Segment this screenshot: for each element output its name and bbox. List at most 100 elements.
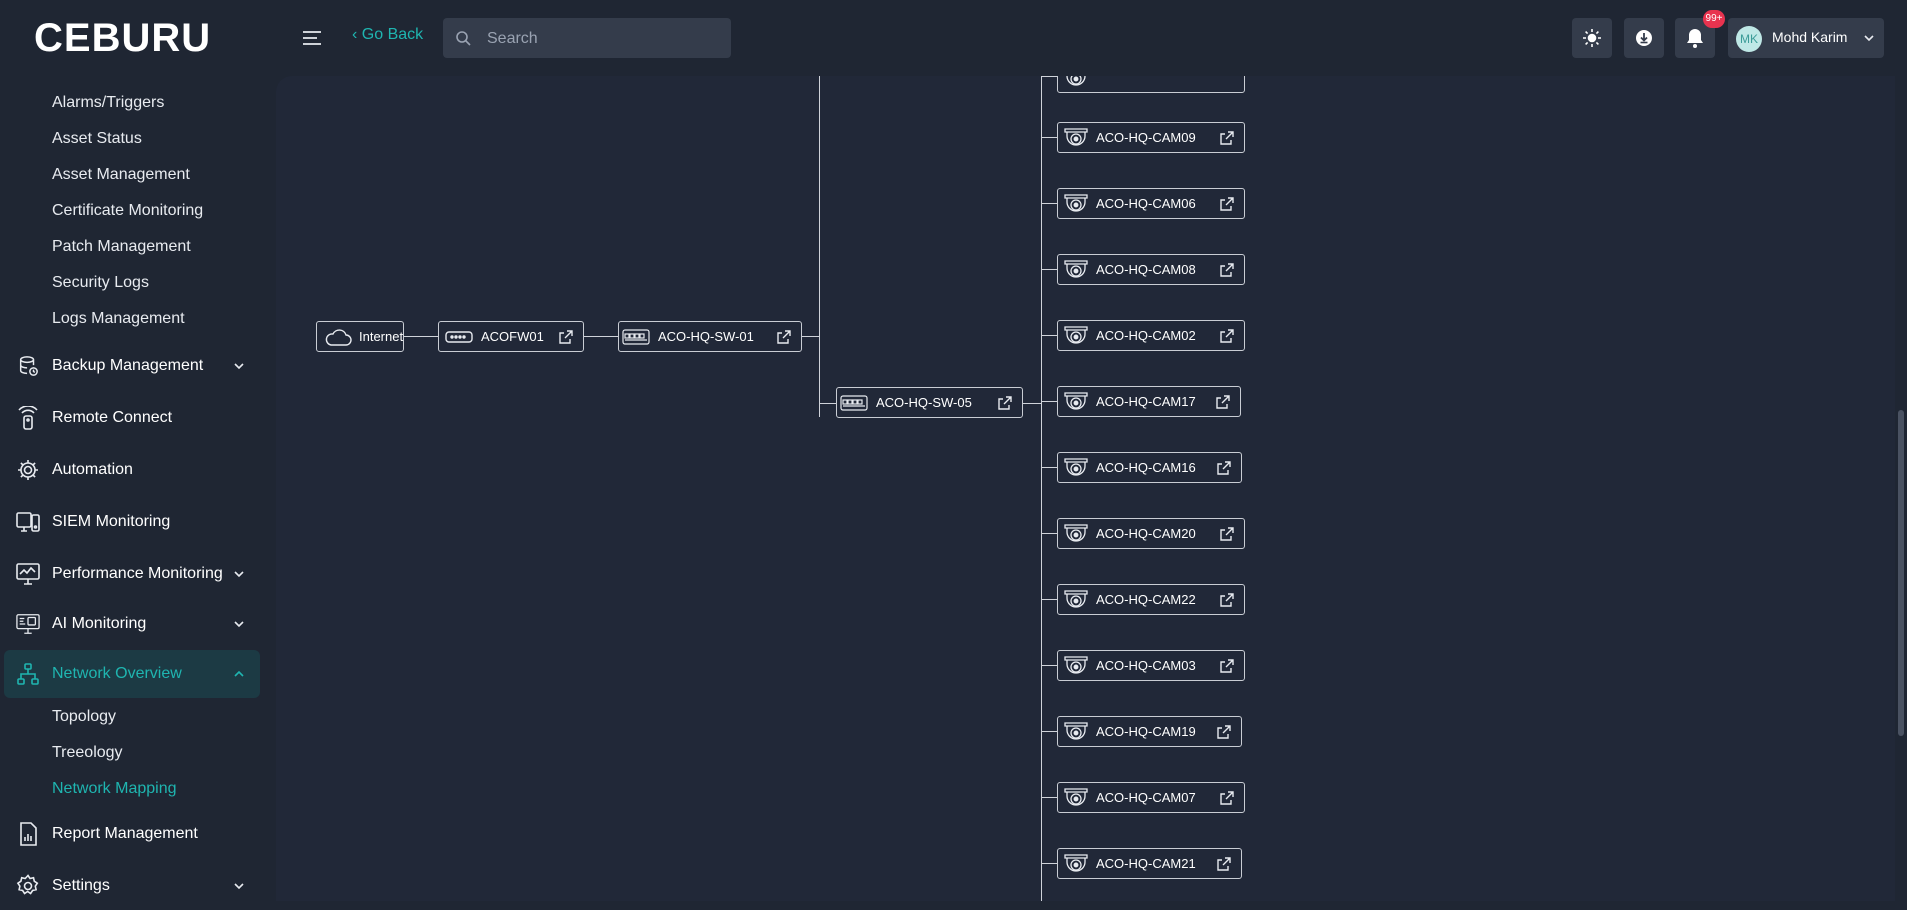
node-internet[interactable]: Internet xyxy=(316,321,404,352)
node-label: ACO-HQ-SW-01 xyxy=(658,329,754,344)
external-link-icon[interactable] xyxy=(1220,790,1234,805)
node-camera[interactable]: ACO-HQ-CAM19 xyxy=(1057,716,1242,747)
node-label: ACOFW01 xyxy=(481,329,544,344)
firewall-router-icon xyxy=(445,329,473,345)
node-label: ACO-HQ-CAM19 xyxy=(1096,724,1196,739)
node-camera[interactable]: ACO-HQ-CAM22 xyxy=(1057,584,1245,615)
external-link-icon[interactable] xyxy=(1220,592,1234,607)
menu-toggle-button[interactable] xyxy=(300,26,324,50)
sidebar-item-label: Report Management xyxy=(52,825,198,842)
sidebar-item-label: Network Overview xyxy=(52,665,182,682)
external-link-icon[interactable] xyxy=(777,329,791,344)
theme-toggle-button[interactable] xyxy=(1572,18,1612,58)
node-label: ACO-HQ-CAM03 xyxy=(1096,658,1196,673)
external-link-icon[interactable] xyxy=(1217,460,1231,475)
sidebar-item-asset-status[interactable]: Asset Status xyxy=(52,130,142,148)
sidebar-item-certificate-monitoring[interactable]: Certificate Monitoring xyxy=(52,202,203,220)
external-link-icon[interactable] xyxy=(1220,328,1234,343)
report-icon xyxy=(16,822,40,846)
external-link-icon[interactable] xyxy=(1217,856,1231,871)
gear-automation-icon xyxy=(16,458,40,482)
external-link-icon[interactable] xyxy=(1217,724,1231,739)
sun-icon xyxy=(1583,29,1601,47)
node-camera[interactable]: ACO-HQ-CAM09 xyxy=(1057,122,1245,153)
cloud-icon xyxy=(323,327,353,347)
go-back-link[interactable]: ‹ Go Back xyxy=(352,26,423,44)
node-firewall[interactable]: ACOFW01 xyxy=(438,321,584,352)
network-icon xyxy=(16,662,40,686)
siem-icon xyxy=(16,510,40,534)
node-label: ACO-HQ-CAM08 xyxy=(1096,262,1196,277)
user-menu[interactable]: MK Mohd Karim xyxy=(1728,18,1884,58)
network-map-canvas[interactable]: Internet ACOFW01 ACO-HQ-SW-01 ACO-HQ-SW-… xyxy=(276,76,1895,901)
sidebar-item-security-logs[interactable]: Security Logs xyxy=(52,274,149,292)
node-label: ACO-HQ-CAM02 xyxy=(1096,328,1196,343)
search-input[interactable] xyxy=(485,18,719,60)
sidebar-item-patch-management[interactable]: Patch Management xyxy=(52,238,191,256)
sidebar: CEBURU Alarms/Triggers Asset Status Asse… xyxy=(0,0,276,901)
external-link-icon[interactable] xyxy=(998,395,1012,410)
external-link-icon[interactable] xyxy=(1216,394,1230,409)
hamburger-icon xyxy=(303,31,321,45)
connector-line xyxy=(1041,76,1057,77)
sidebar-item-asset-management[interactable]: Asset Management xyxy=(52,166,190,184)
sidebar-item-label: Automation xyxy=(52,461,133,478)
sidebar-item-label: Performance Monitoring xyxy=(52,565,223,582)
settings-icon xyxy=(16,874,40,898)
camera-icon xyxy=(1064,391,1088,413)
remote-icon xyxy=(16,406,40,430)
node-camera[interactable]: ACO-HQ-CAM06 xyxy=(1057,188,1245,219)
sidebar-item-network-overview[interactable]: Network Overview xyxy=(4,650,260,698)
user-name: Mohd Karim xyxy=(1772,29,1848,45)
vertical-scrollbar[interactable] xyxy=(1898,80,1904,901)
sidebar-item-settings[interactable]: Settings xyxy=(0,862,260,910)
node-camera[interactable]: ACO-HQ-CAM16 xyxy=(1057,452,1242,483)
connector-line xyxy=(819,76,820,417)
external-link-icon[interactable] xyxy=(1220,130,1234,145)
sidebar-item-network-mapping[interactable]: Network Mapping xyxy=(52,780,177,798)
notification-badge: 99+ xyxy=(1703,10,1725,28)
sidebar-item-logs-management[interactable]: Logs Management xyxy=(52,310,185,328)
search-icon xyxy=(455,30,471,51)
camera-icon xyxy=(1064,325,1088,347)
node-core-switch[interactable]: ACO-HQ-SW-01 xyxy=(618,321,802,352)
external-link-icon[interactable] xyxy=(1220,262,1234,277)
sidebar-item-ai-monitoring[interactable]: AI Monitoring xyxy=(0,600,260,648)
scrollbar-thumb[interactable] xyxy=(1898,410,1904,736)
sidebar-item-automation[interactable]: Automation xyxy=(0,446,260,494)
connector-line xyxy=(1041,269,1057,270)
sidebar-item-performance-monitoring[interactable]: Performance Monitoring xyxy=(0,550,260,598)
external-link-icon[interactable] xyxy=(559,329,573,344)
node-camera[interactable]: ACO-HQ-CAM08 xyxy=(1057,254,1245,285)
sidebar-item-treeology[interactable]: Treeology xyxy=(52,744,123,762)
external-link-icon[interactable] xyxy=(1220,526,1234,541)
sidebar-item-topology[interactable]: Topology xyxy=(52,708,116,726)
connector-line xyxy=(802,336,819,337)
connector-line xyxy=(1041,863,1057,864)
chevron-down-icon xyxy=(1862,31,1876,50)
sidebar-item-remote-connect[interactable]: Remote Connect xyxy=(0,394,260,442)
switch-icon xyxy=(840,394,868,412)
node-label: ACO-HQ-CAM21 xyxy=(1096,856,1196,871)
node-camera[interactable]: ACO-HQ-CAM20 xyxy=(1057,518,1245,549)
sidebar-item-alarms[interactable]: Alarms/Triggers xyxy=(52,94,164,112)
node-camera[interactable]: ACO-HQ-CAM02 xyxy=(1057,320,1245,351)
chevron-down-icon xyxy=(232,359,246,373)
ceburu-logo[interactable]: CEBURU xyxy=(34,16,228,60)
node-camera[interactable]: ACO-HQ-CAM21 xyxy=(1057,848,1242,879)
node-camera[interactable]: ACO-HQ-CAM03 xyxy=(1057,650,1245,681)
external-link-icon[interactable] xyxy=(1220,658,1234,673)
connector-line xyxy=(1041,533,1057,534)
node-camera[interactable]: ACO-HQ-CAM07 xyxy=(1057,782,1245,813)
sidebar-item-siem-monitoring[interactable]: SIEM Monitoring xyxy=(0,498,260,546)
node-camera-partial[interactable] xyxy=(1057,76,1245,93)
node-camera[interactable]: ACO-HQ-CAM17 xyxy=(1057,386,1241,417)
download-button[interactable] xyxy=(1624,18,1664,58)
node-label: ACO-HQ-SW-05 xyxy=(876,395,972,410)
node-access-switch[interactable]: ACO-HQ-SW-05 xyxy=(836,387,1023,418)
connector-line xyxy=(1041,665,1057,666)
external-link-icon[interactable] xyxy=(1220,196,1234,211)
sidebar-item-report-management[interactable]: Report Management xyxy=(0,810,260,858)
sidebar-item-backup-management[interactable]: Backup Management xyxy=(0,342,260,390)
camera-icon xyxy=(1064,193,1088,215)
